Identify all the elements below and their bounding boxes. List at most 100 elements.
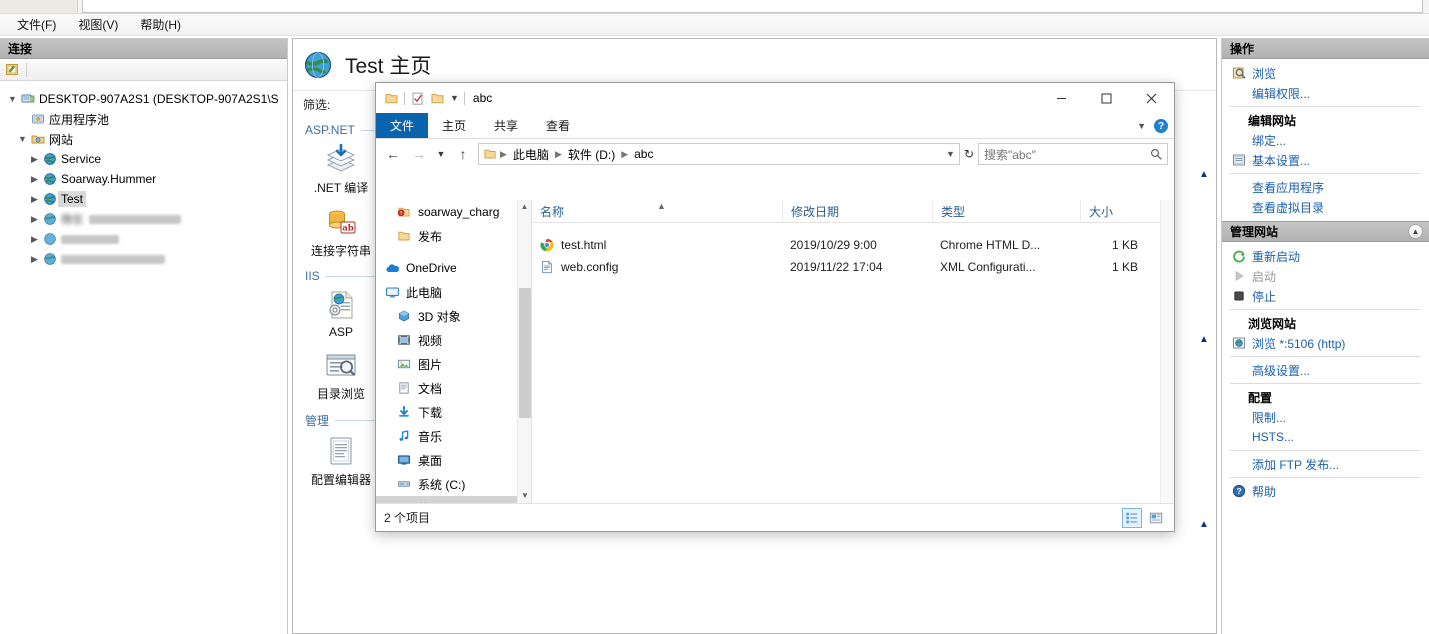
refresh-button[interactable]: ↻: [964, 147, 974, 161]
nav-item-desktop[interactable]: 桌面: [376, 448, 531, 472]
nav-item-drive-d[interactable]: 软件 (D:): [376, 496, 531, 503]
scrollbar-thumb[interactable]: [519, 288, 531, 418]
chevron-down-icon[interactable]: ▼: [450, 93, 459, 103]
column-date-modified[interactable]: 修改日期: [782, 200, 932, 223]
scroll-up-arrow-icon[interactable]: ▲: [518, 200, 531, 214]
scroll-up-arrow-icon[interactable]: ▲: [1196, 334, 1212, 345]
tree-node-site-service[interactable]: ▶ Service: [6, 149, 287, 169]
nav-item-label: 视频: [418, 333, 443, 348]
scroll-up-arrow-icon[interactable]: ▲: [1196, 169, 1212, 180]
chevron-right-icon[interactable]: ▶: [28, 234, 41, 245]
action-view-applications[interactable]: 查看应用程序: [1222, 177, 1429, 197]
forward-button[interactable]: →: [408, 146, 430, 162]
tree-node-site-redacted-2[interactable]: ▶: [6, 229, 287, 249]
recent-locations-chevron-icon[interactable]: ▼: [434, 149, 448, 159]
feature-net-compilation[interactable]: .NET 编译: [301, 143, 381, 196]
scroll-up-arrow-icon[interactable]: ▲: [1196, 519, 1212, 530]
chevron-right-icon[interactable]: ▶: [28, 214, 41, 225]
chevron-right-icon[interactable]: ▶: [28, 194, 41, 205]
action-browse[interactable]: 浏览: [1222, 63, 1429, 83]
table-row[interactable]: web.config 2019/11/22 17:04 XML Configur…: [532, 256, 1174, 278]
nav-item-this-pc[interactable]: 此电脑: [376, 280, 531, 304]
large-icons-view-button[interactable]: [1146, 508, 1166, 528]
explorer-title-bar[interactable]: ▼ abc: [376, 83, 1174, 113]
nav-item-soarway-charg[interactable]: soarway_charg: [376, 200, 531, 224]
column-size[interactable]: 大小: [1080, 200, 1160, 223]
chevron-down-icon[interactable]: ▼: [6, 94, 19, 104]
tree-node-server[interactable]: ▼ DESKTOP-907A2S1 (DESKTOP-907A2S1\S: [6, 89, 287, 109]
action-restart[interactable]: 重新启动: [1222, 246, 1429, 266]
tab-file[interactable]: 文件: [376, 113, 429, 138]
action-hsts[interactable]: HSTS...: [1222, 427, 1429, 447]
table-row[interactable]: test.html 2019/10/29 9:00 Chrome HTML D.…: [532, 234, 1174, 256]
column-name[interactable]: 名称 ▲: [532, 200, 782, 223]
nav-item-3d-objects[interactable]: 3D 对象: [376, 304, 531, 328]
feature-connection-strings[interactable]: ab 连接字符串: [301, 206, 381, 259]
tree-node-site-redacted-1[interactable]: ▶ 微信: [6, 209, 287, 229]
details-view-button[interactable]: [1122, 507, 1142, 528]
action-label: HSTS...: [1252, 430, 1295, 444]
file-list-scrollbar[interactable]: [1160, 200, 1174, 503]
maximize-button[interactable]: [1084, 83, 1129, 113]
close-button[interactable]: [1129, 83, 1174, 113]
properties-icon[interactable]: [410, 91, 425, 106]
chevron-right-icon[interactable]: ▶: [28, 174, 41, 185]
chevron-right-icon[interactable]: ▶: [28, 154, 41, 165]
action-help[interactable]: ? 帮助: [1222, 481, 1429, 501]
tree-node-sites[interactable]: ▼ 网站: [6, 129, 287, 149]
nav-item-drive-c[interactable]: 系统 (C:): [376, 472, 531, 496]
tree-node-site-redacted-3[interactable]: ▶: [6, 249, 287, 269]
nav-item-onedrive[interactable]: OneDrive: [376, 256, 531, 280]
feature-configuration-editor[interactable]: 配置编辑器: [301, 435, 381, 488]
menu-file[interactable]: 文件(F): [8, 14, 65, 35]
action-bindings[interactable]: 绑定...: [1222, 130, 1429, 150]
action-stop[interactable]: 停止: [1222, 286, 1429, 306]
action-limits[interactable]: 限制...: [1222, 407, 1429, 427]
tree-node-site-soarway[interactable]: ▶ Soarway.Hummer: [6, 169, 287, 189]
action-view-virtual-directories[interactable]: 查看虚拟目录: [1222, 197, 1429, 217]
breadcrumb[interactable]: ▶ 此电脑 ▶ 软件 (D:) ▶ abc ▼: [478, 143, 960, 165]
chevron-down-icon[interactable]: ▼: [16, 134, 29, 144]
action-start[interactable]: 启动: [1222, 266, 1429, 286]
nav-item-documents[interactable]: 文档: [376, 376, 531, 400]
nav-item-downloads[interactable]: 下载: [376, 400, 531, 424]
minimize-button[interactable]: [1039, 83, 1084, 113]
folder-icon[interactable]: [384, 91, 399, 106]
nav-item-music[interactable]: 音乐: [376, 424, 531, 448]
action-edit-permissions[interactable]: 编辑权限...: [1222, 83, 1429, 103]
menu-view[interactable]: 视图(V): [69, 14, 127, 35]
breadcrumb-item-this-pc[interactable]: 此电脑: [510, 145, 552, 164]
up-button[interactable]: ↑: [452, 146, 474, 162]
top-strip-address-field[interactable]: [82, 0, 1423, 13]
action-advanced-settings[interactable]: 高级设置...: [1222, 360, 1429, 380]
tab-view[interactable]: 查看: [532, 113, 584, 138]
scroll-down-arrow-icon[interactable]: ▼: [518, 489, 531, 503]
breadcrumb-item-abc[interactable]: abc: [631, 146, 656, 162]
column-type[interactable]: 类型: [932, 200, 1080, 223]
search-input[interactable]: 搜索"abc": [978, 143, 1168, 165]
back-button[interactable]: ←: [382, 146, 404, 162]
action-basic-settings[interactable]: 基本设置...: [1222, 150, 1429, 170]
action-add-ftp-publishing[interactable]: 添加 FTP 发布...: [1222, 454, 1429, 474]
chevron-down-icon[interactable]: ▼: [1137, 121, 1146, 131]
new-folder-icon[interactable]: [430, 91, 445, 106]
collapse-chevron-up-icon[interactable]: ▲: [1408, 224, 1423, 239]
tab-home[interactable]: 主页: [428, 113, 480, 138]
nav-item-pictures[interactable]: 图片: [376, 352, 531, 376]
connect-icon[interactable]: [5, 62, 20, 77]
tree-node-app-pools[interactable]: 应用程序池: [6, 109, 287, 129]
nav-pane-scrollbar[interactable]: ▲ ▼: [517, 200, 531, 503]
feature-directory-browsing[interactable]: 目录浏览: [301, 349, 381, 402]
menu-help[interactable]: 帮助(H): [131, 14, 190, 35]
nav-item-videos[interactable]: 视频: [376, 328, 531, 352]
chevron-right-icon[interactable]: ▶: [28, 254, 41, 265]
tree-node-site-test[interactable]: ▶ Test: [6, 189, 287, 209]
tab-share[interactable]: 共享: [480, 113, 532, 138]
help-icon[interactable]: ?: [1154, 119, 1168, 133]
feature-asp[interactable]: ASP: [301, 289, 381, 339]
nav-item-publish[interactable]: 发布: [376, 224, 531, 248]
chevron-down-icon[interactable]: ▼: [946, 149, 955, 159]
action-browse-5106[interactable]: 浏览 *:5106 (http): [1222, 333, 1429, 353]
breadcrumb-item-drive-d[interactable]: 软件 (D:): [565, 145, 618, 164]
help-icon: ?: [1230, 484, 1247, 498]
